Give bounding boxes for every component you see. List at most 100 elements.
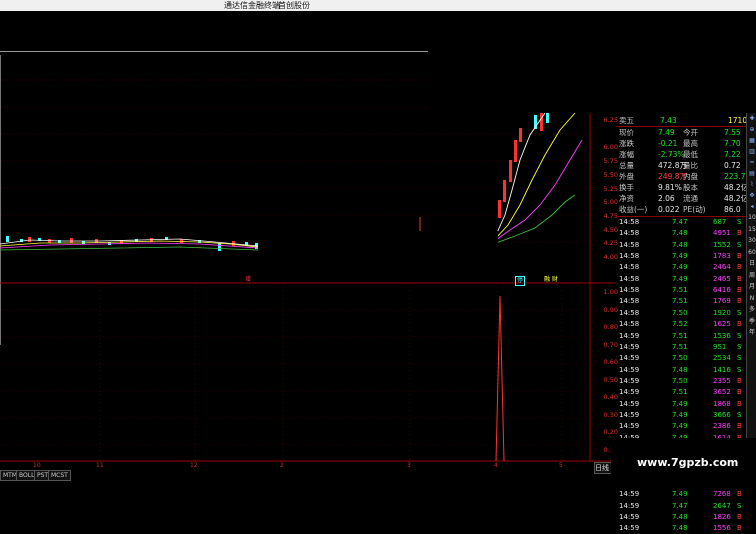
price-tick: 4.00 [603, 253, 618, 261]
period-button[interactable]: N [747, 294, 756, 303]
period-button[interactable]: 10 [747, 213, 756, 222]
tick-price: 7.48 [672, 365, 688, 374]
period-button[interactable]: 周 [747, 271, 756, 280]
tick-time: 14:58 [619, 286, 640, 295]
cross-icon[interactable]: ✚ [747, 114, 756, 123]
period-button[interactable]: 日 [747, 259, 756, 268]
tick-direction: B [737, 399, 742, 408]
stat-label: 总量 [619, 161, 634, 170]
tick-row: 14:59 7.48 1556 B [616, 523, 756, 533]
tick-time: 14:58 [619, 263, 640, 272]
price-tick: 4.25 [603, 239, 618, 247]
arrow-left-icon[interactable]: ◂ [747, 202, 756, 211]
stat-row: 涨跌 -0.21 最高 7.70 [616, 138, 756, 149]
tick-row: 14:59 7.51 951 S [616, 342, 756, 352]
candle-icon[interactable]: ▤ [747, 169, 756, 178]
tick-direction: S [737, 331, 742, 340]
tick-volume: 2534 [713, 354, 731, 363]
tick-row: 14:58 7.49 2465 B [616, 274, 756, 284]
volume-tick: 0.30 [603, 411, 618, 419]
stat-label: 流通 [683, 194, 698, 203]
tick-volume: 1625 [713, 320, 731, 329]
tick-volume: 1769 [713, 297, 731, 306]
tick-volume: 1920 [713, 308, 731, 317]
stat-row: 涨幅 -2.73% 最低 7.22 [616, 149, 756, 160]
tick-direction: B [737, 263, 742, 272]
tick-time: 14:59 [619, 513, 640, 522]
tick-time: 14:58 [619, 229, 640, 238]
tick-price: 7.47 [672, 218, 688, 226]
tick-time: 14:58 [619, 320, 640, 329]
price-tick: 4.50 [603, 226, 618, 234]
bars-icon[interactable]: ▥ [747, 147, 756, 156]
grid-icon[interactable]: ▦ [747, 136, 756, 145]
tick-direction: B [737, 376, 742, 385]
chart-flag-mid: 停 [515, 276, 526, 286]
tick-row: 14:59 7.49 1868 B [616, 399, 756, 409]
tick-direction: S [737, 240, 742, 249]
x-tick: 3 [407, 462, 411, 469]
ask5-label: 卖五 [619, 116, 634, 125]
stat-label: 净资 [619, 194, 634, 203]
tick-price: 7.51 [672, 331, 688, 340]
x-tick: 4 [494, 462, 498, 469]
stat-label: 外盘 [619, 172, 634, 181]
tick-row: 14:59 7.49 2386 B [616, 421, 756, 431]
price-tick: 5.75 [603, 157, 618, 165]
period-button[interactable]: 季 [747, 317, 756, 326]
stat-label: 现价 [619, 128, 634, 137]
tick-time: 14:59 [619, 365, 640, 374]
price-tick: 6.00 [603, 143, 618, 151]
period-button[interactable]: 年 [747, 328, 756, 337]
stat-value: 48.2亿 [724, 183, 749, 192]
period-button[interactable]: 多 [747, 305, 756, 314]
tick-row: 14:58 7.51 6416 B [616, 285, 756, 295]
volume-tick: 0.60 [603, 358, 618, 366]
volume-tick: 0.40 [603, 393, 618, 401]
tick-direction: S [737, 501, 742, 510]
stat-label: 今开 [683, 128, 698, 137]
tick-volume: 951 [713, 342, 727, 351]
tick-volume: 1556 [713, 524, 731, 533]
tick-row: 14:59 7.50 2355 B [616, 376, 756, 386]
period-button[interactable]: 60 [747, 248, 756, 257]
tick-price: 7.49 [672, 263, 688, 272]
candles-right [419, 113, 549, 232]
tick-row: 14:58 7.47 687 S [616, 217, 756, 227]
watermark: www.7gpzb.com [611, 438, 756, 487]
stat-label: PE(动) [683, 205, 706, 214]
stat-value: 86.0 [724, 205, 741, 214]
tick-direction: S [737, 365, 742, 374]
masked-region [258, 231, 498, 256]
tab-mcst[interactable]: MCST [48, 470, 71, 481]
tick-time: 14:58 [619, 297, 640, 306]
tick-row: 14:59 7.50 2534 S [616, 353, 756, 363]
rsi-icon[interactable]: ≈ [747, 158, 756, 167]
tick-volume: 1536 [713, 331, 731, 340]
tick-volume: 1552 [713, 240, 731, 249]
stat-label: 涨跌 [619, 139, 634, 148]
tick-time: 14:59 [619, 342, 640, 351]
line-icon[interactable]: ⌇ [747, 180, 756, 189]
x-tick: 12 [190, 462, 198, 469]
period-button[interactable]: 15 [747, 225, 756, 234]
tick-price: 7.51 [672, 342, 688, 351]
tick-price: 7.50 [672, 354, 688, 363]
tick-volume: 7268 [713, 490, 731, 499]
stat-row: 总量 472.8万 量比 0.72 [616, 160, 756, 171]
masked-header [428, 11, 756, 113]
period-button[interactable]: 月 [747, 282, 756, 291]
period-button[interactable]: 30 [747, 236, 756, 245]
tick-price: 7.51 [672, 286, 688, 295]
zoom-icon[interactable]: ⊕ [747, 125, 756, 134]
tick-time: 14:59 [619, 410, 640, 419]
tick-time: 14:59 [619, 354, 640, 363]
tick-direction: S [737, 342, 742, 351]
stat-value: 7.70 [724, 139, 741, 148]
move-icon[interactable]: ✥ [747, 191, 756, 200]
stat-value: 2.06 [658, 194, 675, 203]
stat-label: 涨幅 [619, 150, 634, 159]
stat-value: 7.49 [658, 128, 675, 137]
tick-time: 14:58 [619, 252, 640, 261]
stat-value: 0.72 [724, 161, 741, 170]
